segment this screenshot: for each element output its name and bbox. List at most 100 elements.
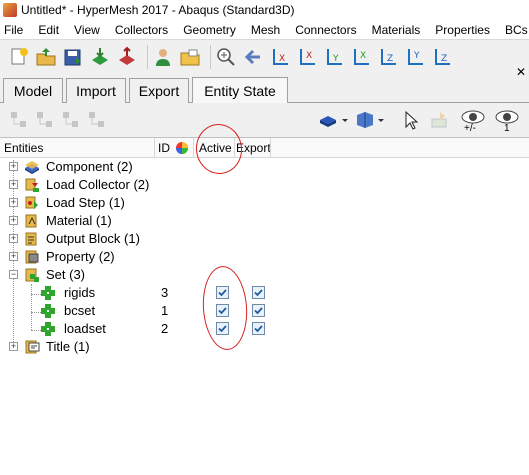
show-one-label: 1 bbox=[504, 123, 510, 134]
property-icon bbox=[24, 249, 40, 265]
import-icon[interactable] bbox=[89, 46, 111, 68]
export-checkbox[interactable] bbox=[252, 286, 265, 299]
export-checkbox[interactable] bbox=[252, 322, 265, 335]
menu-properties[interactable]: Properties bbox=[435, 23, 490, 37]
show-hide-toggle-icon[interactable]: +/- bbox=[460, 109, 486, 137]
hierarchy-icon[interactable] bbox=[86, 109, 108, 131]
tab-model[interactable]: Model bbox=[3, 78, 63, 103]
menu-geometry[interactable]: Geometry bbox=[183, 23, 236, 37]
expand-icon[interactable]: + bbox=[9, 234, 18, 243]
load-collector-icon bbox=[24, 177, 40, 193]
new-model-icon[interactable] bbox=[8, 46, 30, 68]
tree-item-label: Property (2) bbox=[46, 249, 115, 264]
export-icon[interactable] bbox=[116, 46, 138, 68]
id-value: 2 bbox=[161, 321, 169, 336]
view-iso-icon[interactable]: Z bbox=[431, 46, 453, 68]
highlight-icon[interactable] bbox=[428, 109, 450, 131]
tab-import[interactable]: Import bbox=[66, 78, 126, 103]
menu-collectors[interactable]: Collectors bbox=[115, 23, 168, 37]
app-icon bbox=[3, 3, 17, 17]
menu-connectors[interactable]: Connectors bbox=[295, 23, 356, 37]
tree-item-component[interactable]: + Component (2) bbox=[0, 158, 529, 176]
collapse-icon[interactable]: − bbox=[9, 270, 18, 279]
tree-item-label: Output Block (1) bbox=[46, 231, 140, 246]
view-plus-z-icon[interactable]: Z bbox=[377, 46, 399, 68]
shading-mode-icon[interactable] bbox=[354, 109, 386, 131]
tree-item-property[interactable]: + Property (2) bbox=[0, 248, 529, 266]
tree-item-loadset[interactable]: loadset 2 bbox=[0, 320, 529, 338]
tree-item-material[interactable]: + Material (1) bbox=[0, 212, 529, 230]
view-minus-x-icon[interactable]: X bbox=[296, 46, 318, 68]
view-minus-z-icon[interactable]: Y bbox=[404, 46, 426, 68]
expand-icon[interactable]: + bbox=[9, 198, 18, 207]
folder-icon[interactable] bbox=[179, 46, 201, 68]
expand-icon[interactable]: + bbox=[9, 162, 18, 171]
title-icon bbox=[24, 339, 40, 355]
menu-bcs[interactable]: BCs bbox=[505, 23, 528, 37]
back-arrow-icon[interactable] bbox=[242, 46, 264, 68]
show-hide-label: +/- bbox=[464, 123, 476, 134]
view-plus-x-icon[interactable]: X bbox=[269, 46, 291, 68]
expand-icon[interactable]: + bbox=[9, 252, 18, 261]
expand-icon[interactable]: + bbox=[9, 342, 18, 351]
pointer-icon[interactable] bbox=[400, 109, 422, 131]
column-id[interactable]: ID bbox=[158, 141, 170, 155]
tree-item-rigids[interactable]: rigids 3 bbox=[0, 284, 529, 302]
tree-item-load-step[interactable]: + Load Step (1) bbox=[0, 194, 529, 212]
set-member-icon bbox=[40, 285, 56, 301]
menu-view[interactable]: View bbox=[74, 23, 100, 37]
expand-icon[interactable]: + bbox=[9, 180, 18, 189]
column-entities[interactable]: Entities bbox=[4, 141, 43, 155]
window-titlebar: Untitled* - HyperMesh 2017 - Abaqus (Sta… bbox=[0, 0, 529, 20]
material-icon bbox=[24, 213, 40, 229]
output-block-icon bbox=[24, 231, 40, 247]
color-wheel-icon[interactable] bbox=[175, 141, 189, 158]
view-plus-y-icon[interactable]: Y bbox=[323, 46, 345, 68]
open-model-icon[interactable] bbox=[35, 46, 57, 68]
tab-entity-state[interactable]: Entity State bbox=[192, 77, 288, 103]
svg-text:Z: Z bbox=[387, 54, 393, 64]
svg-text:Z: Z bbox=[441, 54, 447, 64]
svg-text:X: X bbox=[360, 51, 366, 61]
toolbar-separator bbox=[147, 45, 148, 69]
menu-bar: File Edit View Collectors Geometry Mesh … bbox=[0, 20, 529, 40]
show-one-icon[interactable]: 1 bbox=[494, 109, 520, 137]
tree-item-set[interactable]: − Set (3) bbox=[0, 266, 529, 284]
menu-materials[interactable]: Materials bbox=[372, 23, 421, 37]
tree-item-label: Load Step (1) bbox=[46, 195, 125, 210]
menu-file[interactable]: File bbox=[4, 23, 23, 37]
tree-item-label: Set (3) bbox=[46, 267, 86, 282]
load-step-icon bbox=[24, 195, 40, 211]
tree-item-label: Component (2) bbox=[46, 159, 133, 174]
user-profile-icon[interactable] bbox=[152, 46, 174, 68]
tree-item-label: rigids bbox=[64, 285, 96, 300]
expand-tree-icon[interactable] bbox=[34, 109, 56, 131]
menu-edit[interactable]: Edit bbox=[38, 23, 59, 37]
tree-item-output-block[interactable]: + Output Block (1) bbox=[0, 230, 529, 248]
id-value: 1 bbox=[161, 303, 169, 318]
window-title: Untitled* - HyperMesh 2017 - Abaqus (Sta… bbox=[21, 3, 295, 17]
tree-item-label: bcset bbox=[64, 303, 96, 318]
set-icon bbox=[24, 267, 40, 283]
export-checkbox[interactable] bbox=[252, 304, 265, 317]
tab-export[interactable]: Export bbox=[129, 78, 189, 103]
tree-item-bcset[interactable]: bcset 1 bbox=[0, 302, 529, 320]
zoom-icon[interactable] bbox=[215, 46, 237, 68]
tree-item-label: Material (1) bbox=[46, 213, 112, 228]
tree-item-load-collector[interactable]: + Load Collector (2) bbox=[0, 176, 529, 194]
component-icon bbox=[24, 159, 40, 175]
entity-tree-icon[interactable] bbox=[8, 109, 30, 131]
tree-item-label: loadset bbox=[64, 321, 106, 336]
display-mode-icon[interactable] bbox=[318, 109, 350, 131]
tree-item-title[interactable]: + Title (1) bbox=[0, 338, 529, 356]
tab-strip: Model Import Export Entity State bbox=[0, 76, 529, 103]
save-model-icon[interactable] bbox=[62, 46, 84, 68]
tree-item-label: Title (1) bbox=[46, 339, 90, 354]
expand-icon[interactable]: + bbox=[9, 216, 18, 225]
set-member-icon bbox=[40, 303, 56, 319]
menu-mesh[interactable]: Mesh bbox=[251, 23, 280, 37]
collapse-tree-icon[interactable] bbox=[60, 109, 82, 131]
view-minus-y-icon[interactable]: X bbox=[350, 46, 372, 68]
set-member-icon bbox=[40, 321, 56, 337]
entity-tree-panel: Entities ID Active Export + Component (2… bbox=[0, 121, 529, 475]
